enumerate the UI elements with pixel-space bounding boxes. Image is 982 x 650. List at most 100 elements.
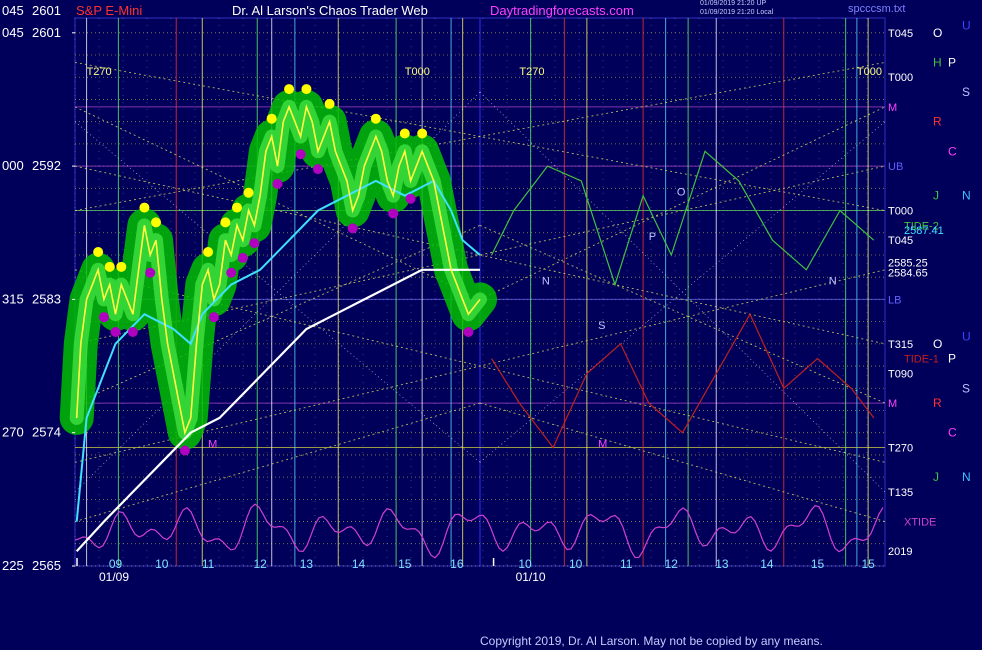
right-label: T045 bbox=[888, 28, 913, 40]
high-marker bbox=[284, 84, 295, 95]
y-tick-code: 000 bbox=[2, 158, 24, 173]
high-marker bbox=[104, 261, 115, 272]
header-stamp-1: 01/09/2019 21:20 UP bbox=[700, 0, 767, 7]
x-hour-tick: 14 bbox=[760, 557, 774, 571]
low-marker bbox=[179, 445, 190, 456]
low-marker bbox=[237, 252, 248, 263]
x-hour-tick: 15 bbox=[811, 557, 825, 571]
high-marker bbox=[139, 202, 150, 213]
planet-letter: O bbox=[933, 26, 942, 40]
x-hour-tick: 15 bbox=[398, 557, 412, 571]
x-hour-tick: 14 bbox=[352, 557, 366, 571]
planet-letter: U bbox=[962, 329, 971, 343]
planet-letter: U bbox=[962, 18, 971, 32]
angle-line bbox=[74, 402, 481, 522]
low-marker bbox=[98, 312, 109, 323]
planet-letter: S bbox=[962, 381, 970, 395]
planet-letter: P bbox=[948, 55, 956, 69]
cycle-tag: T270 bbox=[519, 66, 544, 78]
right-label: LB bbox=[888, 294, 901, 306]
x-hour-tick: 16 bbox=[450, 557, 464, 571]
x-hour-tick: 10 bbox=[155, 557, 169, 571]
low-marker bbox=[313, 164, 323, 175]
chart-letter: N bbox=[829, 276, 837, 288]
high-marker bbox=[93, 247, 104, 258]
copyright-notice: Copyright 2019, Dr. Al Larson. May not b… bbox=[480, 634, 823, 648]
chart-letter: M bbox=[598, 439, 607, 451]
angle-line bbox=[479, 402, 886, 522]
header-site-link[interactable]: Daytradingforecasts.com bbox=[490, 3, 634, 18]
planet-letter: O bbox=[933, 337, 942, 351]
low-marker bbox=[272, 178, 283, 189]
x-hour-tick: 11 bbox=[202, 557, 215, 571]
x-hour-tick: 13 bbox=[300, 557, 314, 571]
chart-letter: M bbox=[208, 439, 217, 451]
chaos-chart: 045 2601 000 2592 315 2583 270 2574 225 2565 09 10 1… bbox=[2, 17, 971, 584]
high-marker bbox=[370, 113, 381, 124]
header-left-price: 2601 bbox=[32, 3, 61, 18]
planet-letter: J bbox=[933, 189, 939, 203]
legend-entry: XTIDE bbox=[904, 517, 936, 529]
cycle-tag: T000 bbox=[857, 66, 882, 78]
cycle-tag: T270 bbox=[87, 66, 112, 78]
low-marker bbox=[405, 193, 416, 204]
low-marker bbox=[208, 312, 219, 323]
right-label: T135 bbox=[888, 487, 913, 499]
x-day-label: 01/10 bbox=[516, 570, 546, 584]
low-marker bbox=[145, 267, 156, 278]
header-brand: Dr. Al Larson's Chaos Trader Web bbox=[232, 3, 428, 18]
right-label: 2584.65 bbox=[888, 268, 928, 280]
high-marker bbox=[266, 113, 277, 124]
x-hour-tick: 13 bbox=[715, 557, 729, 571]
low-marker bbox=[295, 149, 306, 160]
low-marker bbox=[347, 223, 358, 234]
high-marker bbox=[301, 84, 312, 95]
chart-letter: P bbox=[649, 231, 656, 243]
x-hour-tick: 10 bbox=[569, 557, 583, 571]
y-tick-code: 225 bbox=[2, 558, 24, 573]
y-tick-code: 270 bbox=[2, 425, 24, 440]
header-symbol: S&P E-Mini bbox=[76, 3, 143, 18]
header-stamp-2: 01/09/2019 21:20 Local bbox=[700, 9, 774, 16]
right-label: T090 bbox=[888, 368, 913, 380]
angle-line bbox=[479, 224, 886, 404]
high-marker bbox=[399, 128, 410, 139]
x-hour-tick: 11 bbox=[620, 557, 633, 571]
high-marker bbox=[151, 217, 161, 228]
y-tick-price: 2592 bbox=[32, 158, 61, 173]
planet-letter: C bbox=[948, 144, 957, 158]
x-day-label: 01/09 bbox=[99, 570, 129, 584]
chart-letter: O bbox=[677, 187, 686, 199]
chart-page: { "header": { "left_code": "045", "left_… bbox=[0, 0, 982, 650]
right-label: T000 bbox=[888, 72, 913, 84]
x-hour-tick: 10 bbox=[518, 557, 532, 571]
low-marker bbox=[463, 326, 474, 337]
right-label: T045 bbox=[888, 235, 913, 247]
high-marker bbox=[220, 217, 231, 228]
right-label: M bbox=[888, 398, 897, 410]
y-tick-price: 2565 bbox=[32, 558, 61, 573]
low-marker bbox=[226, 267, 237, 278]
tide1-line bbox=[491, 312, 875, 449]
planet-letter: N bbox=[962, 470, 971, 484]
low-marker bbox=[388, 208, 399, 219]
legend-entry: 2587.41 bbox=[904, 225, 944, 237]
chart-letter: N bbox=[542, 276, 550, 288]
tide2-line bbox=[491, 150, 875, 287]
legend-entry: TIDE-1 bbox=[904, 354, 939, 366]
planet-letter: C bbox=[948, 426, 957, 440]
planet-letter: P bbox=[948, 352, 956, 366]
x-hour-tick: 12 bbox=[253, 557, 267, 571]
planet-letter: R bbox=[933, 396, 942, 410]
high-marker bbox=[417, 128, 428, 139]
right-label: T315 bbox=[888, 339, 913, 351]
high-marker bbox=[116, 261, 127, 272]
high-marker bbox=[324, 98, 335, 109]
high-marker bbox=[232, 202, 242, 213]
x-hour-tick: 15 bbox=[861, 557, 875, 571]
header-file: spcccsm.txt bbox=[848, 3, 906, 15]
angle-line bbox=[479, 106, 886, 300]
planet-letter: H bbox=[933, 55, 942, 69]
high-marker bbox=[203, 247, 214, 258]
y-tick-price: 2601 bbox=[32, 25, 61, 40]
